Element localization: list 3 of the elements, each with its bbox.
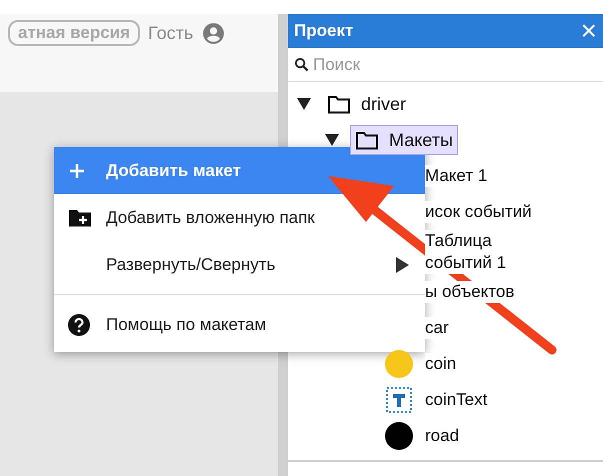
folder-label: driver	[361, 92, 406, 116]
guest-label: Гость	[148, 22, 194, 45]
panel-title: Проект	[294, 20, 354, 42]
